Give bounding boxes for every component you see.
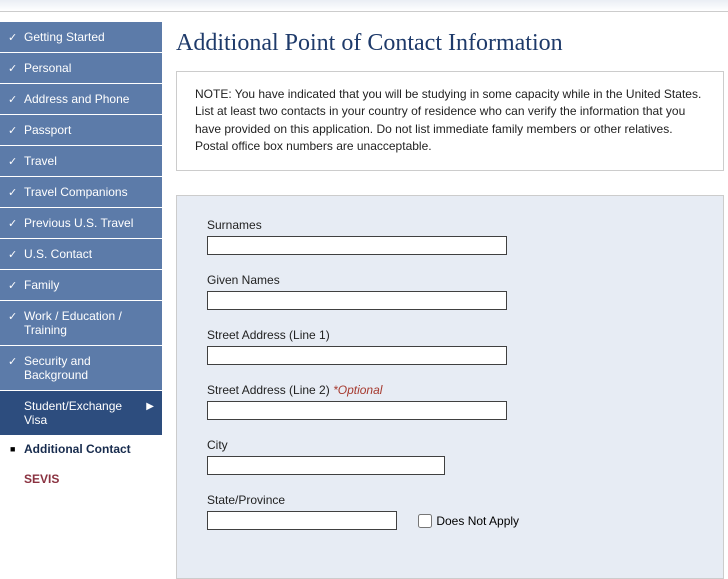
checkmark-icon: ✓ xyxy=(8,217,17,230)
city-label: City xyxy=(207,438,693,452)
nav-label: Getting Started xyxy=(24,30,105,44)
nav-label: Student/Exchange Visa xyxy=(24,399,122,427)
field-state: State/Province Does Not Apply xyxy=(207,493,693,530)
checkmark-icon: ✓ xyxy=(8,355,17,368)
note-text: NOTE: You have indicated that you will b… xyxy=(195,87,701,153)
field-street2: Street Address (Line 2) *Optional xyxy=(207,383,693,420)
sidebar-item-family[interactable]: ✓ Family xyxy=(0,270,162,300)
sidebar-item-getting-started[interactable]: ✓ Getting Started xyxy=(0,22,162,52)
street2-label: Street Address (Line 2) *Optional xyxy=(207,383,693,397)
nav-label: Additional Contact xyxy=(24,442,131,456)
sidebar-item-travel[interactable]: ✓ Travel xyxy=(0,146,162,176)
nav-label: SEVIS xyxy=(24,472,59,486)
optional-flag: *Optional xyxy=(333,383,382,397)
street1-input[interactable] xyxy=(207,346,507,365)
nav-label: Family xyxy=(24,278,59,292)
sidebar-item-student-exchange[interactable]: Student/Exchange Visa ▶ xyxy=(0,391,162,435)
sidebar-item-personal[interactable]: ✓ Personal xyxy=(0,53,162,83)
sidebar-item-previous-us-travel[interactable]: ✓ Previous U.S. Travel xyxy=(0,208,162,238)
sidebar-sub-additional-contact[interactable]: ■ Additional Contact xyxy=(0,436,162,462)
sidebar-item-travel-companions[interactable]: ✓ Travel Companions xyxy=(0,177,162,207)
sidebar-item-us-contact[interactable]: ✓ U.S. Contact xyxy=(0,239,162,269)
arrow-right-icon: ▶ xyxy=(146,401,154,412)
given-names-input[interactable] xyxy=(207,291,507,310)
sidebar-sub-sevis[interactable]: SEVIS xyxy=(0,466,162,492)
does-not-apply-group: Does Not Apply xyxy=(418,514,519,528)
given-names-label: Given Names xyxy=(207,273,693,287)
does-not-apply-checkbox[interactable] xyxy=(418,514,432,528)
surnames-label: Surnames xyxy=(207,218,693,232)
nav-label: Work / Education / Training xyxy=(24,309,122,337)
nav-label: Address and Phone xyxy=(24,92,129,106)
sidebar-item-security[interactable]: ✓ Security and Background xyxy=(0,346,162,390)
checkmark-icon: ✓ xyxy=(8,248,17,261)
checkmark-icon: ✓ xyxy=(8,62,17,75)
checkmark-icon: ✓ xyxy=(8,31,17,44)
sidebar-nav: ✓ Getting Started ✓ Personal ✓ Address and … xyxy=(0,22,162,579)
surnames-input[interactable] xyxy=(207,236,507,255)
nav-label: Travel Companions xyxy=(24,185,128,199)
nav-label: Passport xyxy=(24,123,71,137)
nav-label: Personal xyxy=(24,61,71,75)
form-panel: Surnames Given Names Street Address (Lin… xyxy=(176,195,724,579)
street1-label: Street Address (Line 1) xyxy=(207,328,693,342)
checkmark-icon: ✓ xyxy=(8,186,17,199)
nav-label: Security and Background xyxy=(24,354,91,382)
nav-label: Previous U.S. Travel xyxy=(24,216,133,230)
field-city: City xyxy=(207,438,693,475)
field-given-names: Given Names xyxy=(207,273,693,310)
checkmark-icon: ✓ xyxy=(8,279,17,292)
checkmark-icon: ✓ xyxy=(8,93,17,106)
page-title: Additional Point of Contact Information xyxy=(176,30,724,57)
field-surnames: Surnames xyxy=(207,218,693,255)
nav-label: Travel xyxy=(24,154,57,168)
street2-input[interactable] xyxy=(207,401,507,420)
nav-label: U.S. Contact xyxy=(24,247,92,261)
checkmark-icon: ✓ xyxy=(8,155,17,168)
sidebar-item-address-phone[interactable]: ✓ Address and Phone xyxy=(0,84,162,114)
state-label: State/Province xyxy=(207,493,693,507)
sidebar-item-work-education[interactable]: ✓ Work / Education / Training xyxy=(0,301,162,345)
checkmark-icon: ✓ xyxy=(8,310,17,323)
sidebar-item-passport[interactable]: ✓ Passport xyxy=(0,115,162,145)
does-not-apply-label: Does Not Apply xyxy=(436,514,519,528)
city-input[interactable] xyxy=(207,456,445,475)
note-box: NOTE: You have indicated that you will b… xyxy=(176,71,724,171)
field-street1: Street Address (Line 1) xyxy=(207,328,693,365)
main-content: Additional Point of Contact Information … xyxy=(162,12,728,579)
checkmark-icon: ✓ xyxy=(8,124,17,137)
bullet-icon: ■ xyxy=(10,444,15,454)
